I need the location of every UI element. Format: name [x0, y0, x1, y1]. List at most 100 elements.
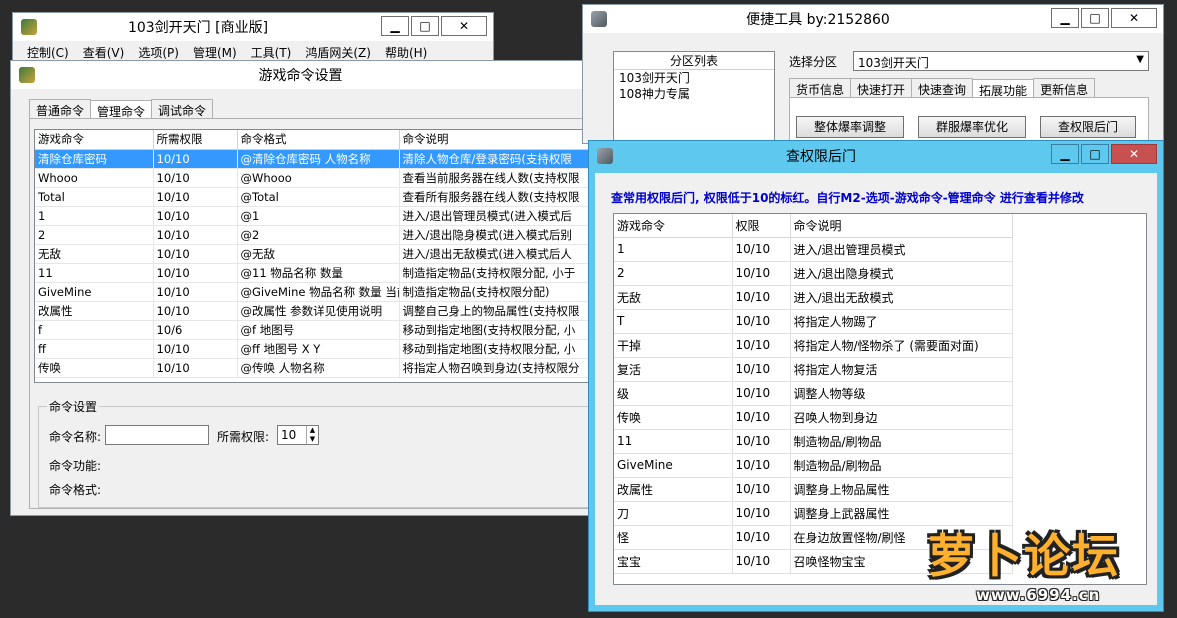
check-permission-backdoor-button[interactable]: 查权限后门 — [1040, 116, 1136, 138]
table-row[interactable]: ff 10/10 @ff 地图号 X Y 移动到指定地图(支持权限分配, 小 — [35, 339, 590, 359]
table-cell: ff — [35, 339, 154, 359]
cmd-perm-stepper[interactable]: 10 ▲ ▼ — [277, 425, 319, 445]
table-cell: 级 — [614, 381, 733, 406]
cmd-tab-panel: 游戏命令 所需权限 命令格式 命令说明 清除仓库密码 10/10 @清除仓库密码 人… — [29, 118, 590, 509]
table-cell: 传唤 — [614, 405, 733, 430]
stepper-arrows-icon[interactable]: ▲ ▼ — [306, 426, 318, 444]
partition-list: 分区列表 103剑开天门 108神力专属 — [613, 51, 775, 143]
table-row[interactable]: 2 10/10 @2 进入/退出隐身模式(进入模式后别 — [35, 225, 590, 245]
maximize-button[interactable]: □ — [1081, 144, 1109, 164]
table-cell: 进入/退出无敌模式 — [790, 285, 1013, 310]
main-window-titlebar: 103剑开天门 [商业版] ▁ □ ✕ — [13, 13, 493, 41]
table-cell: 10/10 — [153, 301, 238, 321]
col-header-format[interactable]: 命令格式 — [237, 130, 400, 150]
table-row[interactable]: 11 10/10 制造物品/刷物品 — [614, 429, 1013, 454]
table-row[interactable]: 无敌 10/10 @无敌 进入/退出无敌模式(进入模式后人 — [35, 244, 590, 264]
table-cell: 移动到指定地图(支持权限分配, 小 — [399, 339, 590, 359]
cmd-name-input[interactable] — [105, 425, 209, 445]
group-drop-rate-button[interactable]: 群服爆率优化 — [918, 116, 1026, 138]
table-cell: @GiveMine 物品名称 数量 当前 — [237, 282, 400, 302]
table-cell: 10/10 — [732, 285, 791, 310]
cmd-table: 游戏命令 所需权限 命令格式 命令说明 清除仓库密码 10/10 @清除仓库密码 人… — [35, 130, 590, 378]
cmd-settings-window: 游戏命令设置 普通命令 管理命令 调试命令 游戏命令 所需权限 命令格式 命令说明 … — [10, 60, 590, 516]
table-cell: @改属性 参数详见使用说明 — [237, 301, 400, 321]
table-cell: 调整身上物品属性 — [790, 477, 1013, 502]
table-row[interactable]: 级 10/10 调整人物等级 — [614, 381, 1013, 406]
cmd-perm-value: 10 — [281, 428, 297, 442]
partition-select[interactable]: 103剑开天门 ▼ — [853, 51, 1149, 71]
table-cell: 10/10 — [732, 549, 791, 574]
table-cell: 10/10 — [153, 225, 238, 245]
minimize-button[interactable]: ▁ — [1051, 8, 1079, 28]
overall-drop-rate-button[interactable]: 整体爆率调整 — [796, 116, 904, 138]
table-row[interactable]: f 10/6 @f 地图号 移动到指定地图(支持权限分配, 小 — [35, 320, 590, 340]
cmd-name-label: 命令名称: — [49, 430, 102, 444]
table-cell: 10/10 — [732, 477, 791, 502]
minimize-button[interactable]: ▁ — [1051, 144, 1079, 164]
col-header-description[interactable]: 命令说明 — [399, 130, 590, 150]
table-cell: @1 — [237, 206, 400, 226]
table-row[interactable]: 1 10/10 @1 进入/退出管理员模式(进入模式后 — [35, 206, 590, 226]
table-cell: 11 — [35, 263, 154, 283]
perm-window-title: 查权限后门 — [786, 149, 856, 165]
table-cell: 查看当前服务器在线人数(支持权限 — [399, 168, 590, 188]
table-cell: 10/10 — [732, 525, 791, 550]
table-row[interactable]: 清除仓库密码 10/10 @清除仓库密码 人物名称 清除人物仓库/登录密码(支持权限 — [35, 149, 590, 169]
table-row[interactable]: GiveMine 10/10 制造物品/刷物品 — [614, 453, 1013, 478]
table-row[interactable]: GiveMine 10/10 @GiveMine 物品名称 数量 当前 制造指定物品(… — [35, 282, 590, 302]
table-header: 游戏命令 权限 命令说明 — [614, 214, 1013, 238]
col-header-command[interactable]: 游戏命令 — [35, 130, 154, 150]
table-cell: 10/10 — [153, 263, 238, 283]
table-row[interactable]: 干掉 10/10 将指定人物/怪物杀了 (需要面对面) — [614, 333, 1013, 358]
table-cell: 10/10 — [153, 168, 238, 188]
watermark-logo: 萝卜论坛 www.6994.cn — [928, 516, 1172, 612]
col-header-description[interactable]: 命令说明 — [790, 214, 1013, 238]
table-row[interactable]: 传唤 10/10 召唤人物到身边 — [614, 405, 1013, 430]
table-cell: 1 — [35, 206, 154, 226]
table-row[interactable]: Total 10/10 @Total 查看所有服务器在线人数(支持权限 — [35, 187, 590, 207]
table-cell: GiveMine — [614, 453, 733, 478]
table-cell: 2 — [35, 225, 154, 245]
close-button[interactable]: ✕ — [1111, 144, 1157, 164]
table-cell: 进入/退出隐身模式 — [790, 261, 1013, 286]
table-row[interactable]: 2 10/10 进入/退出隐身模式 — [614, 261, 1013, 286]
close-button[interactable]: ✕ — [1111, 8, 1157, 28]
table-row[interactable]: 无敌 10/10 进入/退出无敌模式 — [614, 285, 1013, 310]
table-row[interactable]: 11 10/10 @11 物品名称 数量 制造指定物品(支持权限分配, 小于 — [35, 263, 590, 283]
maximize-button[interactable]: □ — [1081, 8, 1109, 28]
table-cell: 10/10 — [732, 309, 791, 334]
list-item[interactable]: 108神力专属 — [614, 86, 774, 102]
cmd-settings-legend: 命令设置 — [49, 400, 98, 414]
table-header: 游戏命令 所需权限 命令格式 命令说明 — [35, 130, 590, 150]
table-row[interactable]: 改属性 10/10 @改属性 参数详见使用说明 调整自己身上的物品属性(支持权限 — [35, 301, 590, 321]
col-header-permission[interactable]: 权限 — [732, 214, 791, 238]
table-cell: 2 — [614, 261, 733, 286]
table-cell: 移动到指定地图(支持权限分配, 小 — [399, 320, 590, 340]
table-cell: 10/10 — [153, 187, 238, 207]
table-cell: 怪 — [614, 525, 733, 550]
table-cell: 10/10 — [153, 149, 238, 169]
table-cell: 制造指定物品(支持权限分配) — [399, 282, 590, 302]
table-cell: 11 — [614, 429, 733, 454]
close-button[interactable]: ✕ — [441, 16, 487, 36]
table-row[interactable]: 1 10/10 进入/退出管理员模式 — [614, 237, 1013, 262]
table-cell: 10/10 — [153, 244, 238, 264]
table-row[interactable]: T 10/10 将指定人物踢了 — [614, 309, 1013, 334]
table-row[interactable]: 复活 10/10 将指定人物复活 — [614, 357, 1013, 382]
table-cell: 10/10 — [732, 429, 791, 454]
maximize-button[interactable]: □ — [411, 16, 439, 36]
table-cell: 10/10 — [153, 358, 238, 378]
list-item[interactable]: 103剑开天门 — [614, 70, 774, 86]
table-cell: @f 地图号 — [237, 320, 400, 340]
table-row[interactable]: 改属性 10/10 调整身上物品属性 — [614, 477, 1013, 502]
minimize-button[interactable]: ▁ — [381, 16, 409, 36]
table-cell: 将指定人物/怪物杀了 (需要面对面) — [790, 333, 1013, 358]
table-row[interactable]: Whooo 10/10 @Whooo 查看当前服务器在线人数(支持权限 — [35, 168, 590, 188]
col-header-permission[interactable]: 所需权限 — [153, 130, 238, 150]
main-window-title: 103剑开天门 [商业版] — [127, 20, 269, 36]
perm-window-titlebar: 查权限后门 ▁ □ ✕ — [589, 141, 1163, 171]
table-cell: @Whooo — [237, 168, 400, 188]
col-header-command[interactable]: 游戏命令 — [614, 214, 733, 238]
table-row[interactable]: 传唤 10/10 @传唤 人物名称 将指定人物召唤到身边(支持权限分 — [35, 358, 590, 378]
table-cell: 调整人物等级 — [790, 381, 1013, 406]
